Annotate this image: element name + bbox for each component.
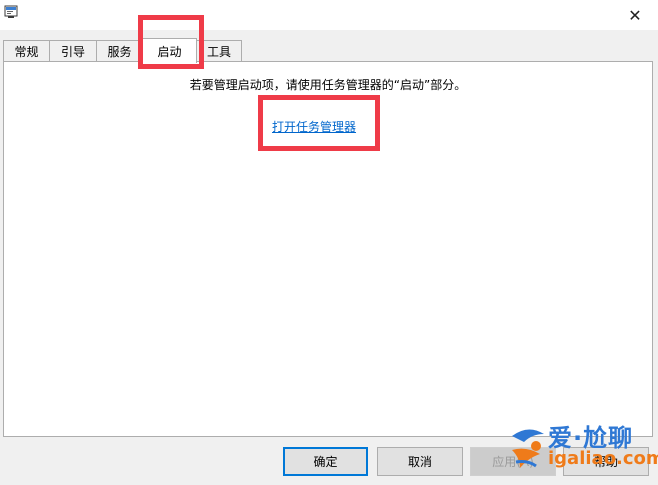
tab-general[interactable]: 常规 — [3, 40, 50, 62]
tab-tools[interactable]: 工具 — [196, 40, 242, 62]
startup-panel: 若要管理启动项，请使用任务管理器的“启动”部分。 打开任务管理器 — [3, 61, 653, 437]
tab-label: 服务 — [107, 45, 132, 59]
tab-services[interactable]: 服务 — [96, 40, 143, 62]
close-icon: ✕ — [628, 5, 642, 25]
tab-strip: 常规 引导 服务 启动 工具 — [3, 38, 653, 63]
open-task-manager-link[interactable]: 打开任务管理器 — [272, 118, 356, 135]
tab-label: 启动 — [157, 44, 182, 59]
watermark-logo-icon — [512, 429, 544, 468]
tab-boot[interactable]: 引导 — [49, 40, 97, 62]
ok-button[interactable]: 确定 — [283, 447, 368, 476]
msconfig-icon — [4, 5, 18, 18]
startup-message: 若要管理启动项，请使用任务管理器的“启动”部分。 — [189, 78, 467, 92]
cancel-button[interactable]: 取消 — [377, 447, 463, 476]
tab-label: 常规 — [14, 45, 39, 59]
tab-label: 引导 — [60, 45, 85, 59]
tab-label: 工具 — [206, 45, 231, 59]
close-button[interactable]: ✕ — [612, 0, 658, 30]
watermark: 爱·尬聊 igaliao.com — [506, 414, 658, 480]
watermark-domain: igaliao.com — [548, 448, 658, 469]
tab-startup[interactable]: 启动 — [142, 38, 197, 63]
button-label: 确定 — [313, 455, 338, 469]
button-label: 取消 — [407, 455, 432, 469]
title-bar: ✕ — [0, 0, 658, 30]
